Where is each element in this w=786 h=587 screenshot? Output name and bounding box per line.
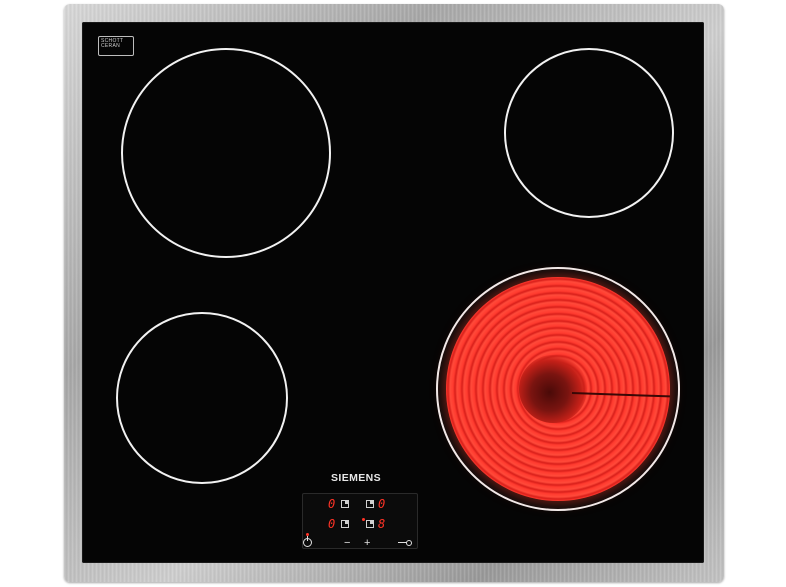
display-rear-left: 0 bbox=[328, 497, 336, 511]
zone-select-icon[interactable] bbox=[341, 500, 349, 508]
brand-logo: SIEMENS bbox=[330, 472, 382, 484]
zone-select-icon[interactable] bbox=[366, 500, 374, 508]
plus-button[interactable]: + bbox=[364, 538, 370, 549]
cooking-zone-rear-left bbox=[121, 48, 331, 258]
active-indicator-dot bbox=[362, 518, 365, 521]
display-rear-right: 0 bbox=[378, 497, 386, 511]
cooking-zone-front-left bbox=[116, 312, 288, 484]
zone-select-icon[interactable] bbox=[341, 520, 349, 528]
glass-badge: SCHOTT CERAN bbox=[98, 36, 134, 56]
display-front-right: 8 bbox=[378, 517, 386, 531]
minus-button[interactable]: − bbox=[344, 538, 350, 549]
key-lock-icon-ring bbox=[406, 540, 412, 546]
glass-badge-line2: CERAN bbox=[101, 43, 121, 49]
key-lock-icon[interactable] bbox=[398, 540, 412, 546]
power-icon[interactable] bbox=[303, 536, 312, 547]
cooking-zone-rear-right bbox=[504, 48, 674, 218]
zone-select-icon[interactable] bbox=[366, 520, 374, 528]
display-front-left: 0 bbox=[328, 517, 336, 531]
heating-element-center bbox=[519, 355, 587, 423]
